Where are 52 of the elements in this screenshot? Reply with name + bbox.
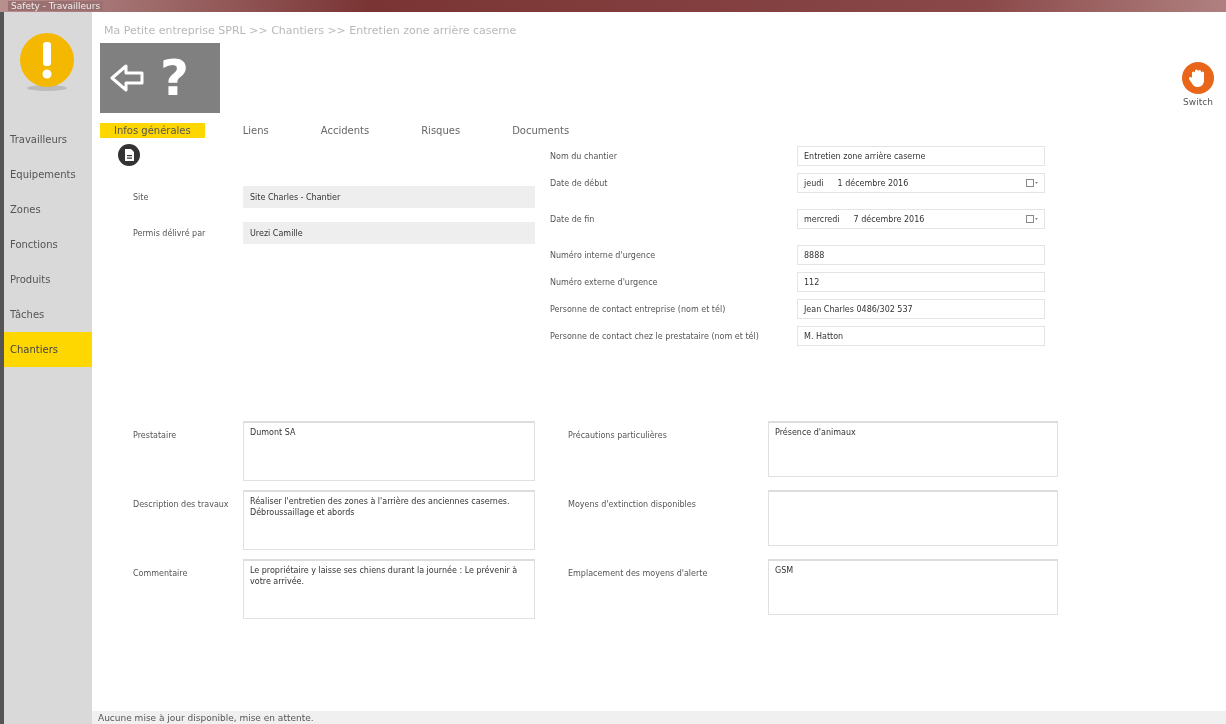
tab[interactable]: Liens [228, 123, 283, 138]
warning-logo-icon [19, 32, 75, 92]
status-bar: Aucune mise à jour disponible, mise en attente. [92, 711, 1226, 724]
sidebar-item[interactable]: Zones [4, 192, 92, 227]
back-arrow-icon[interactable] [110, 63, 146, 93]
text-area[interactable]: Réaliser l'entretien des zones à l'arrière des anciennes casernes. Débroussaillage et abords [243, 490, 535, 550]
tab[interactable]: Risques [407, 123, 475, 138]
field-label: Site [133, 192, 150, 202]
field-label: Personne de contact entreprise (nom et tél) [550, 304, 727, 314]
sidebar-item[interactable]: Produits [4, 262, 92, 297]
field-label: Date de fin [550, 214, 596, 224]
field-label: Emplacement des moyens d'alerte [567, 568, 709, 580]
date-picker[interactable]: jeudi 1 décembre 2016 [797, 173, 1045, 193]
calendar-dropdown-icon[interactable] [1026, 178, 1038, 188]
field-label: Numéro externe d'urgence [550, 277, 659, 287]
text-field[interactable]: Entretien zone arrière caserne [797, 146, 1045, 166]
tab[interactable]: Documents [498, 123, 584, 138]
date-picker[interactable]: mercredi 7 décembre 2016 [797, 209, 1045, 229]
field-label: Date de début [550, 178, 609, 188]
field-label: Numéro interne d'urgence [550, 250, 657, 260]
sidebar-item[interactable]: Equipements [4, 157, 92, 192]
field-label: Description des travaux [132, 499, 230, 511]
field-label: Prestataire [132, 430, 178, 442]
breadcrumb: Ma Petite entreprise SPRL >> Chantiers >> Entretien zone arrière caserne [104, 24, 518, 37]
field-label: Nom du chantier [550, 151, 618, 161]
sidebar-item[interactable]: Tâches [4, 297, 92, 332]
field-label: Précautions particulières [567, 429, 668, 442]
text-area[interactable]: Présence d'animaux [768, 421, 1058, 477]
text-area[interactable]: Dumont SA [243, 421, 535, 481]
text-field[interactable]: 8888 [797, 245, 1045, 265]
field-label: Permis délivré par [133, 228, 207, 238]
document-icon[interactable] [118, 144, 140, 166]
tab[interactable]: Accidents [306, 123, 384, 138]
window-title: Safety - Travailleurs [8, 1, 104, 11]
text-field[interactable]: Jean Charles 0486/302 537 [797, 299, 1045, 319]
stop-hand-icon[interactable] [1182, 62, 1214, 94]
text-field[interactable]: Urezi Camille [243, 222, 535, 244]
text-area[interactable]: Le propriétaire y laisse ses chiens durant la journée : Le prévenir à votre arrivée. [243, 559, 535, 619]
text-field[interactable]: 112 [797, 272, 1045, 292]
help-button[interactable]: ? [160, 53, 189, 103]
text-area[interactable]: GSM [768, 559, 1058, 615]
field-label: Moyens d'extinction disponibles [567, 499, 697, 511]
switch-label: Switch [1183, 97, 1213, 107]
calendar-dropdown-icon[interactable] [1026, 214, 1038, 224]
text-field[interactable]: Site Charles - Chantier [243, 186, 535, 208]
sidebar-item[interactable]: Chantiers [4, 332, 92, 367]
field-label: Commentaire [132, 568, 189, 580]
tab[interactable]: Infos générales [100, 123, 205, 138]
field-label: Personne de contact chez le prestataire (nom et tél) [550, 331, 760, 341]
text-field[interactable]: M. Hatton [797, 326, 1045, 346]
sidebar-item[interactable]: Fonctions [4, 227, 92, 262]
sidebar-item[interactable]: Travailleurs [4, 122, 92, 157]
